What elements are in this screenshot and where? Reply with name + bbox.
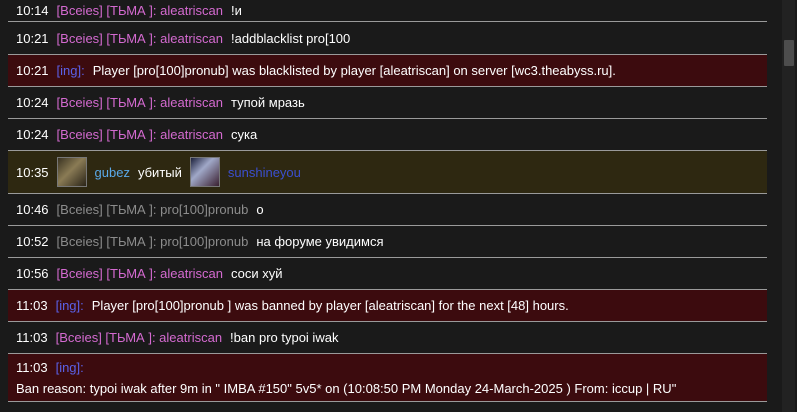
timestamp: 11:03: [16, 298, 48, 313]
system-sender: [ing]:: [55, 359, 84, 375]
timestamp: 10:52: [16, 234, 49, 249]
system-row: 11:03 [ing]: Player [pro[100]pronub ] wa…: [8, 290, 767, 322]
killer-name[interactable]: gubez: [95, 165, 130, 180]
chat-message: !ban pro typoi iwak: [230, 330, 339, 345]
chat-sender[interactable]: [Bceies] [ТЬМА ]: aleatriscan: [57, 3, 223, 18]
chat-sender[interactable]: [Bceies] [ТЬМА ]: aleatriscan: [56, 330, 222, 345]
system-row-header: 11:03 [ing]:: [16, 360, 84, 375]
timestamp: 11:03: [16, 330, 48, 345]
chat-sender[interactable]: [Bceies] [ТЬМА ]: aleatriscan: [57, 266, 223, 281]
system-row: 11:03 [ing]: Ban reason: typoi iwak afte…: [8, 354, 767, 402]
timestamp: 10:56: [16, 266, 49, 281]
chat-sender[interactable]: [Bceies] [ТЬМА ]: pro[100]pronub: [57, 202, 249, 217]
victim-name[interactable]: sunshineyou: [228, 165, 301, 180]
timestamp: 11:03: [16, 359, 48, 375]
chat-row: 10:14 [Bceies] [ТЬМА ]: aleatriscan !и: [8, 0, 767, 22]
chat-row: 10:52 [Bceies] [ТЬМА ]: pro[100]pronub н…: [8, 226, 767, 258]
chat-message: соси хуй: [231, 266, 283, 281]
system-message: Player [pro[100]pronub] was blacklisted …: [92, 63, 616, 78]
chat-message: сука: [231, 127, 258, 142]
timestamp: 10:14: [16, 3, 49, 18]
chat-message: на форуме увидимся: [256, 234, 384, 249]
timestamp: 10:21: [16, 63, 49, 78]
kill-row: 10:35 gubez убитый sunshineyou: [8, 151, 767, 194]
system-message: Ban reason: typoi iwak after 9m in " IMB…: [16, 380, 677, 396]
chat-row: 10:24 [Bceies] [ТЬМА ]: aleatriscan сука: [8, 119, 767, 151]
system-message: Player [pro[100]pronub ] was banned by p…: [91, 298, 569, 313]
timestamp: 10:46: [16, 202, 49, 217]
chat-sender[interactable]: [Bceies] [ТЬМА ]: aleatriscan: [57, 95, 223, 110]
timestamp: 10:24: [16, 127, 49, 142]
timestamp: 10:21: [16, 30, 49, 46]
chat-message: тупой мразь: [231, 95, 305, 110]
chat-row: 11:03 [Bceies] [ТЬМА ]: aleatriscan !ban…: [8, 322, 767, 354]
chat-row: 10:46 [Bceies] [ТЬМА ]: pro[100]pronub о: [8, 194, 767, 226]
chat-log: 10:14 [Bceies] [ТЬМА ]: aleatriscan !и 1…: [8, 0, 767, 402]
victim-hero-icon: [189, 157, 220, 187]
system-row: 10:21 [ing]: Player [pro[100]pronub] was…: [8, 55, 767, 87]
timestamp: 10:24: [16, 95, 49, 110]
chat-row: 10:21 [Bceies] [ТЬМА ]: aleatriscan !add…: [8, 22, 767, 55]
timestamp: 10:35: [16, 164, 49, 180]
chat-message: о: [256, 202, 264, 217]
killer-hero-icon: [56, 157, 87, 187]
chat-message: !addblacklist pro[100: [231, 30, 351, 46]
system-sender: [ing]:: [55, 298, 84, 313]
kill-verb: убитый: [137, 164, 182, 180]
chat-sender[interactable]: [Bceies] [ТЬМА ]: aleatriscan: [57, 127, 223, 142]
chat-message: !и: [231, 3, 242, 18]
chat-row: 10:24 [Bceies] [ТЬМА ]: aleatriscan тупо…: [8, 87, 767, 119]
scrollbar-thumb[interactable]: [784, 40, 794, 66]
chat-row: 10:56 [Bceies] [ТЬМА ]: aleatriscan соси…: [8, 258, 767, 290]
system-sender: [ing]:: [56, 63, 85, 78]
vertical-scrollbar[interactable]: [782, 0, 795, 412]
chat-sender[interactable]: [Bceies] [ТЬМА ]: aleatriscan: [57, 31, 223, 46]
chat-sender[interactable]: [Bceies] [ТЬМА ]: pro[100]pronub: [57, 234, 249, 249]
